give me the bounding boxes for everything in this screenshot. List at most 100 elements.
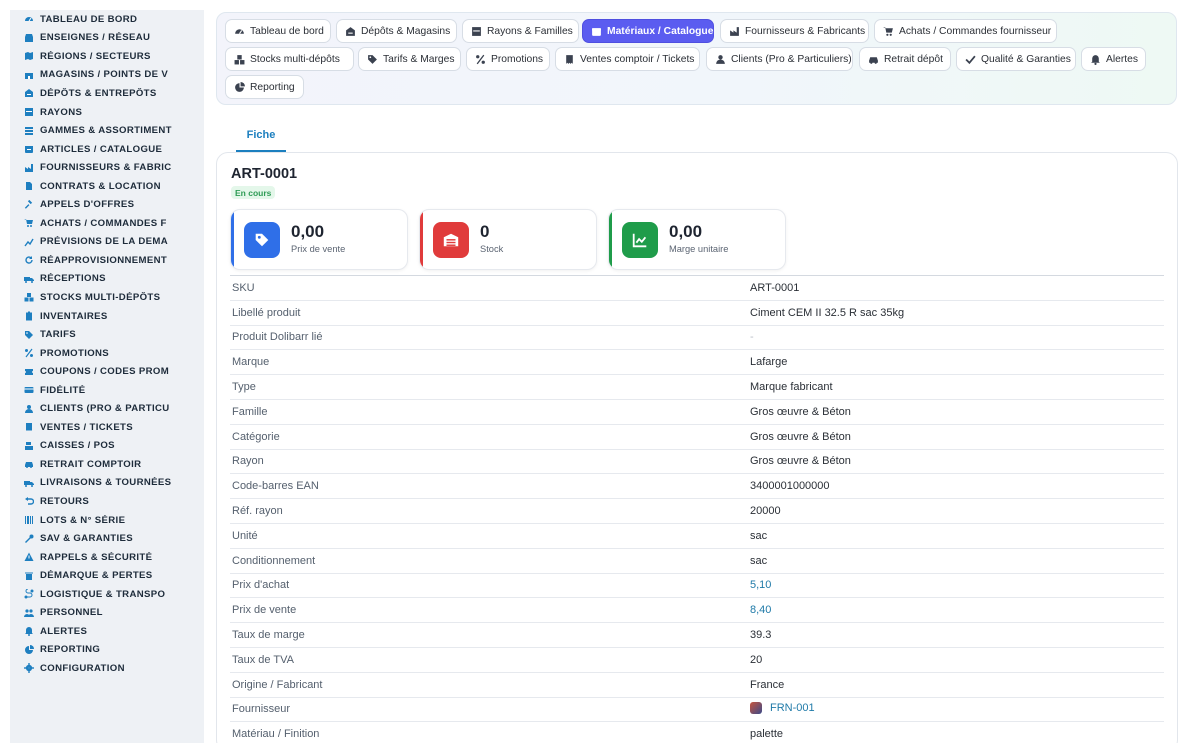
sidebar-item-magasins[interactable]: MAGASINS / POINTS DE V [10,66,204,85]
tab-fournisseurs-fabricants[interactable]: Fournisseurs & Fabricants [720,19,869,43]
sidebar-item-promotions[interactable]: PROMOTIONS [10,344,204,363]
tab-label: Fournisseurs & Fabricants [745,25,866,37]
tab-materiaux-catalogue[interactable]: Matériaux / Catalogue [582,19,714,43]
tab-alertes[interactable]: Alertes [1081,47,1146,71]
sidebar-item-caisses[interactable]: CAISSES / POS [10,437,204,456]
warehouse-icon [433,222,469,258]
sidebar-item-retours[interactable]: RETOURS [10,492,204,511]
kpi-value: 0,00 [291,222,325,241]
sidebar-item-label: CONTRATS & LOCATION [40,180,161,192]
sidebar-item-fidelite[interactable]: FIDÉLITÉ [10,381,204,400]
sidebar-list: TABLEAU DE BORD ENSEIGNES / RÉSEAU RÉGIONS… [10,10,204,678]
kpi-accent-bar [420,210,423,269]
field-value: sac [750,554,768,567]
layers-icon [24,126,34,136]
sidebar-item-demarque[interactable]: DÉMARQUE & PERTES [10,566,204,585]
field-value: ART-0001 [750,281,800,294]
sidebar-item-configuration[interactable]: CONFIGURATION [10,659,204,678]
tab-tarifs-marges[interactable]: Tarifs & Marges [358,47,461,71]
sidebar-item-inventaires[interactable]: INVENTAIRES [10,307,204,326]
sidebar-item-fournisseurs[interactable]: FOURNISSEURS & FABRIC [10,158,204,177]
field-value[interactable]: 5,10 [750,579,1164,591]
sidebar-item-label: RETOURS [40,495,90,507]
sidebar-item-label: DÉMARQUE & PERTES [40,570,153,582]
sidebar-item-previsions[interactable]: PRÉVISIONS DE LA DEMA [10,233,204,252]
module-tab-bar: Tableau de bord Dépôts & Magasins Rayons &… [216,12,1177,105]
cash-register-icon [24,441,34,451]
ticket-icon [24,367,34,377]
table-row: Matériau / Finition palette [230,721,1164,743]
tab-achats-commandes-fournisseur[interactable]: Achats / Commandes fournisseur [874,19,1057,43]
sidebar-item-tarifs[interactable]: TARIFS [10,325,204,344]
sidebar-item-articles[interactable]: ARTICLES / CATALOGUE [10,140,204,159]
sidebar-item-label: PERSONNEL [40,607,103,619]
table-row: Taux de TVA 20 [230,646,1164,672]
sidebar-item-alertes[interactable]: ALERTES [10,622,204,641]
sidebar-item-coupons[interactable]: COUPONS / CODES PROM [10,362,204,381]
tab-promotions[interactable]: Promotions [466,47,550,71]
tab-ventes-comptoir-tickets[interactable]: Ventes comptoir / Tickets [555,47,700,71]
tab-qualite-garanties[interactable]: Qualité & Garanties [956,47,1076,71]
supplier-link[interactable]: FRN-001 [750,701,1164,717]
sidebar-item-livraisons[interactable]: LIVRAISONS & TOURNÉES [10,474,204,493]
sidebar-item-retrait[interactable]: RETRAIT COMPTOIR [10,455,204,474]
sidebar-item-contrats[interactable]: CONTRATS & LOCATION [10,177,204,196]
sidebar-item-depots[interactable]: DÉPÔTS & ENTREPÔTS [10,84,204,103]
sidebar-item-enseignes[interactable]: ENSEIGNES / RÉSEAU [10,29,204,48]
field-label: Catégorie [232,430,280,443]
supplier-chip[interactable]: FRN-001 [750,701,815,714]
sidebar-item-label: INVENTAIRES [40,310,108,322]
sidebar-item-reappro[interactable]: RÉAPPROVISIONNEMENT [10,251,204,270]
field-value: Gros œuvre & Béton [750,405,851,418]
field-value[interactable]: 8,40 [750,604,1164,616]
check-icon [965,54,976,65]
sidebar-item-reporting[interactable]: REPORTING [10,641,204,660]
kpi-prix-de-vente: 0,00 Prix de vente [230,209,408,270]
sidebar-item-stocks[interactable]: STOCKS MULTI-DÉPÔTS [10,288,204,307]
sidebar-item-achats[interactable]: ACHATS / COMMANDES F [10,214,204,233]
tab-tableau-de-bord[interactable]: Tableau de bord [225,19,331,43]
table-row: Origine / Fabricant France [230,671,1164,697]
warning-icon [24,552,34,562]
kpi-value: 0,00 [669,222,703,241]
card-icon [24,385,34,395]
sidebar-item-gammes[interactable]: GAMMES & ASSORTIMENT [10,121,204,140]
field-label: Origine / Fabricant [232,678,323,691]
tab-stocks-multi-depots[interactable]: Stocks multi-dépôts [225,47,354,71]
users-icon [24,608,34,618]
tab-rayons-familles[interactable]: Rayons & Familles [462,19,579,43]
sidebar-item-label: VENTES / TICKETS [40,421,134,433]
tag-icon [24,330,34,340]
sidebar-item-personnel[interactable]: PERSONNEL [10,604,204,623]
sidebar-item-lots[interactable]: LOTS & N° SÉRIE [10,511,204,530]
sidebar-item-regions[interactable]: RÉGIONS / SECTEURS [10,47,204,66]
sidebar-item-rappels[interactable]: RAPPELS & SÉCURITÉ [10,548,204,567]
cart-icon [24,218,34,228]
sidebar-item-receptions[interactable]: RÉCEPTIONS [10,270,204,289]
undo-icon [24,496,34,506]
tab-label: Retrait dépôt [884,53,943,65]
sidebar-item-clients[interactable]: CLIENTS (PRO & PARTICU [10,399,204,418]
tab-retrait-depot[interactable]: Retrait dépôt [859,47,951,71]
tab-reporting[interactable]: Reporting [225,75,304,99]
route-icon [24,589,34,599]
supplier-code[interactable]: FRN-001 [770,702,815,714]
kpi-accent-bar [231,210,234,269]
tab-depots-magasins[interactable]: Dépôts & Magasins [336,19,457,43]
sidebar-item-appels[interactable]: APPELS D'OFFRES [10,195,204,214]
store-icon [24,33,34,43]
tab-clients-pro-particuliers[interactable]: Clients (Pro & Particuliers) [706,47,853,71]
sidebar-item-tableau-de-bord[interactable]: TABLEAU DE BORD [10,10,204,29]
receipt-icon [24,422,34,432]
table-row: Conditionnement sac [230,547,1164,573]
tab-fiche[interactable]: Fiche [236,119,286,152]
sidebar-item-logistique[interactable]: LOGISTIQUE & TRANSPO [10,585,204,604]
tab-label: Alertes [1106,53,1139,65]
field-value: 39.3 [750,629,772,642]
sidebar-item-ventes[interactable]: VENTES / TICKETS [10,418,204,437]
user-icon [24,404,34,414]
kpi-stock: 0 Stock [419,209,597,270]
sidebar-item-rayons[interactable]: RAYONS [10,103,204,122]
table-row: Rayon Gros œuvre & Béton [230,448,1164,474]
sidebar-item-sav[interactable]: SAV & GARANTIES [10,529,204,548]
